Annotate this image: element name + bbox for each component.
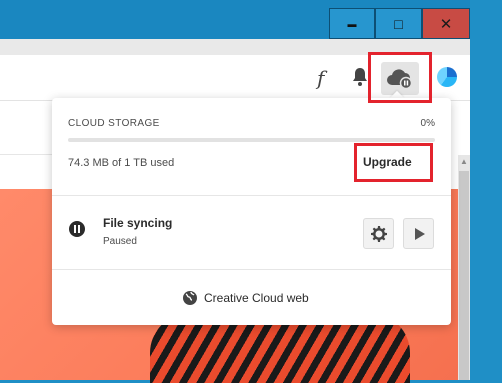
- cloud-storage-title: CLOUD STORAGE: [68, 118, 160, 129]
- desktop-background: [470, 0, 502, 380]
- cloud-sync-icon: [387, 69, 413, 90]
- storage-used-text: 74.3 MB of 1 TB used: [68, 157, 175, 169]
- upgrade-button[interactable]: Upgrade: [363, 155, 412, 169]
- divider: [0, 154, 56, 155]
- file-syncing-title: File syncing: [103, 216, 173, 230]
- bell-icon[interactable]: [352, 67, 368, 87]
- fonts-icon[interactable]: f: [317, 66, 324, 90]
- divider: [52, 269, 451, 270]
- creative-cloud-web-link[interactable]: Creative Cloud web: [182, 290, 309, 306]
- play-icon: [414, 227, 425, 240]
- avatar[interactable]: [437, 67, 457, 87]
- maximize-icon: □: [394, 15, 403, 32]
- pause-icon: [69, 221, 85, 237]
- cloud-sync-button[interactable]: [381, 62, 419, 95]
- storage-percent: 0%: [420, 118, 435, 129]
- app-top-band: [0, 39, 470, 56]
- sync-settings-button[interactable]: [363, 218, 394, 249]
- maximize-button[interactable]: □: [375, 8, 422, 39]
- scroll-up-arrow[interactable]: ▲: [458, 155, 470, 169]
- globe-icon: [183, 291, 197, 305]
- minimize-button[interactable]: ▬: [329, 8, 375, 39]
- close-button[interactable]: ✕: [422, 8, 470, 39]
- divider: [52, 195, 451, 196]
- cloud-storage-popup: CLOUD STORAGE 0% 74.3 MB of 1 TB used Up…: [52, 98, 451, 325]
- close-icon: ✕: [439, 15, 453, 33]
- scrollbar-thumb[interactable]: [459, 171, 469, 380]
- creative-cloud-web-label: Creative Cloud web: [204, 291, 309, 305]
- resume-sync-button[interactable]: [403, 218, 434, 249]
- sync-status: Paused: [103, 236, 137, 247]
- minimize-icon: ▬: [347, 18, 357, 29]
- storage-progress-bar: [68, 138, 435, 142]
- gear-icon: [370, 225, 387, 242]
